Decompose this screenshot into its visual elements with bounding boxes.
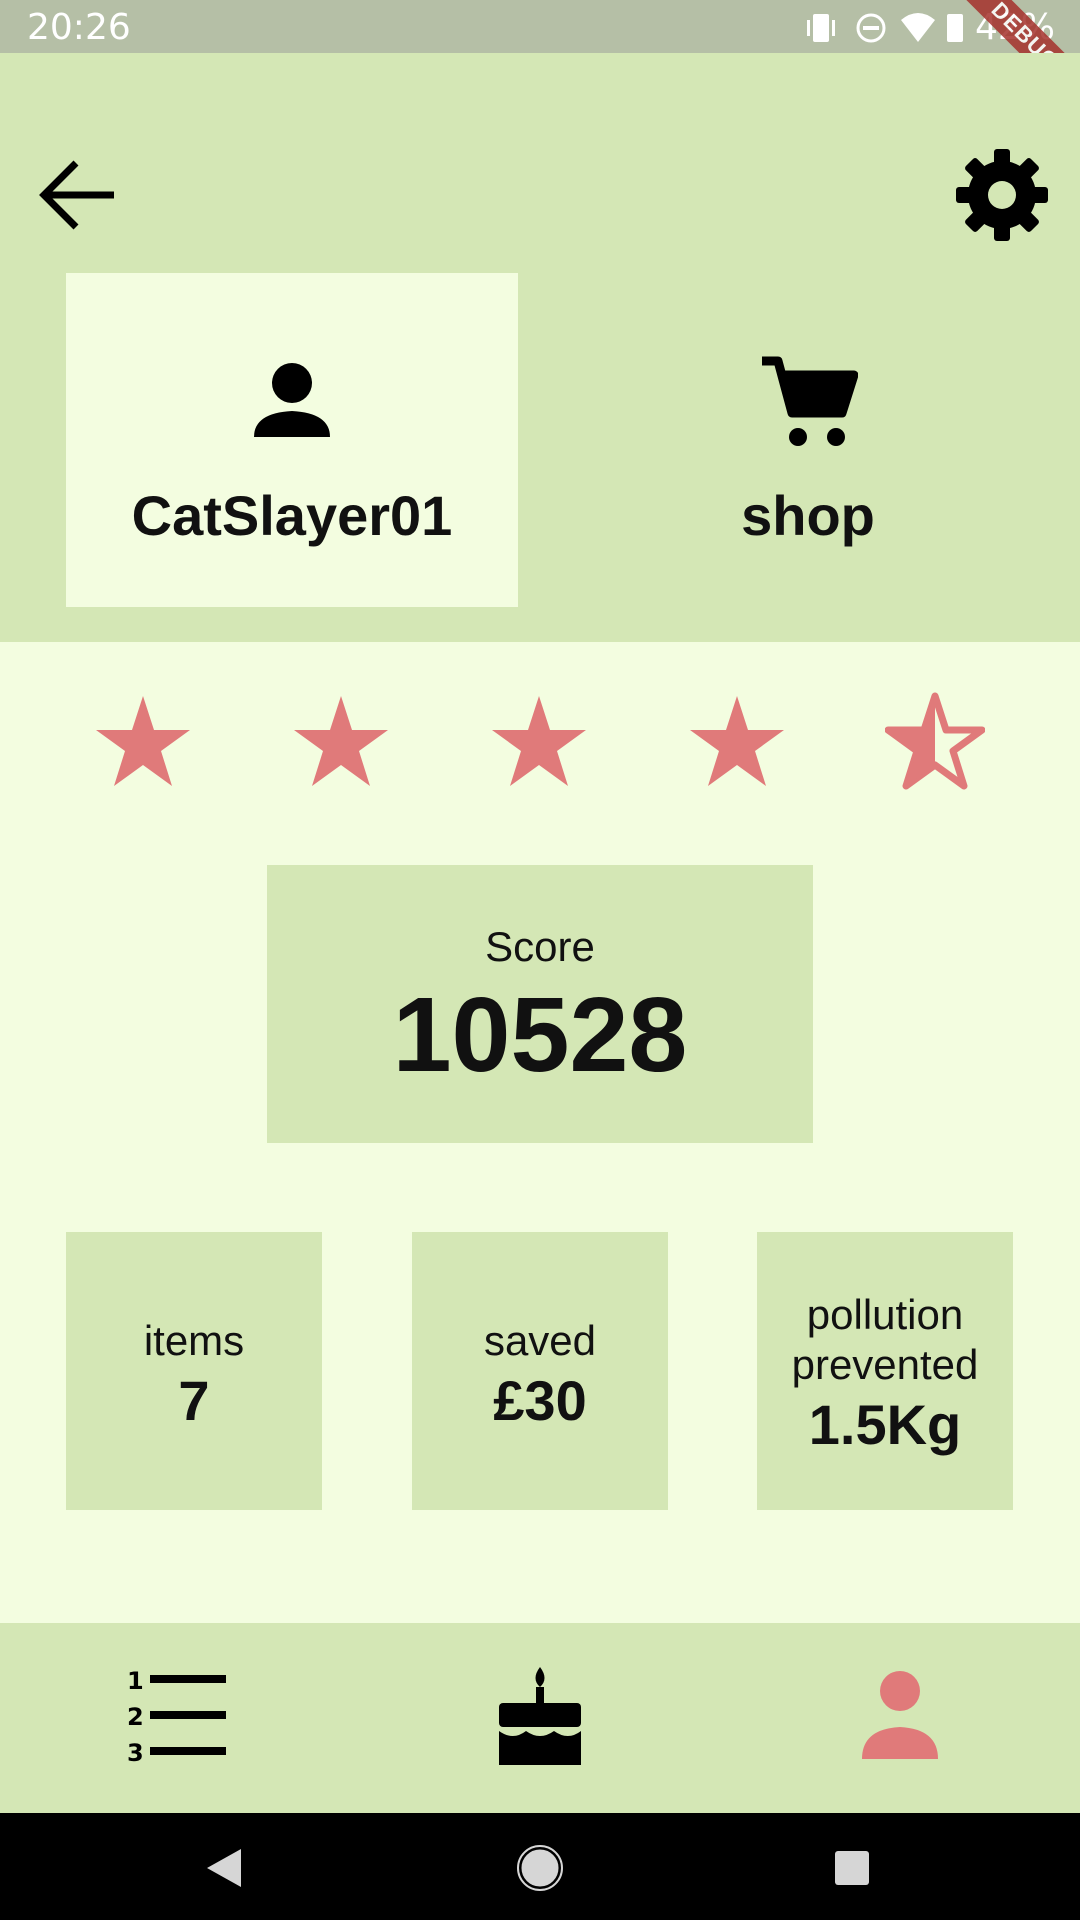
cake-icon [499,1667,581,1765]
bottom-nav: 1 2 3 [0,1623,1080,1813]
stat-value: 1.5Kg [808,1393,962,1456]
nav-leaderboard[interactable]: 1 2 3 [122,1663,232,1773]
status-icons [807,13,963,43]
star-full-icon [690,696,784,786]
status-bar: 20:26 42% [0,0,1080,53]
username-label: CatSlayer01 [131,484,453,547]
stat-value: 7 [178,1369,210,1432]
vibrate-icon [807,14,835,42]
svg-text:3: 3 [127,1739,144,1767]
svg-text:1: 1 [127,1667,144,1695]
system-back-button[interactable] [197,1843,247,1893]
score-label: Score [485,923,595,970]
stat-saved: saved £30 [412,1232,668,1510]
star-half-icon [885,692,985,790]
arrow-left-icon [39,160,114,230]
header: CatSlayer01 shop [0,53,1080,642]
cart-icon [762,356,858,446]
numbered-list-icon: 1 2 3 [127,1667,226,1767]
stat-items: items 7 [66,1232,322,1510]
system-home-button[interactable] [515,1843,565,1893]
do-not-disturb-icon [856,13,886,43]
star-full-icon [492,696,586,786]
profile-tile[interactable]: CatSlayer01 [66,273,518,607]
score-card: Score 10528 [267,865,813,1143]
system-nav-bar [0,1813,1080,1920]
person-icon [862,1671,938,1759]
star-full-icon [96,696,190,786]
stat-value: £30 [493,1369,587,1432]
person-icon [254,363,330,437]
score-value: 10528 [392,976,688,1094]
shop-label: shop [741,484,875,547]
stat-pollution: pollution prevented 1.5Kg [757,1232,1013,1510]
star-rating [0,692,1080,792]
shop-tile[interactable]: shop [582,273,1034,607]
status-time: 20:26 [27,7,131,48]
settings-button[interactable] [950,143,1054,247]
star-full-icon [294,696,388,786]
nav-profile[interactable] [845,1663,955,1773]
svg-text:2: 2 [127,1703,144,1731]
nav-events[interactable] [485,1663,595,1773]
system-recents-button[interactable] [827,1843,877,1893]
stat-label: pollution prevented [791,1291,979,1388]
wifi-icon [901,13,935,42]
stat-label: items [143,1317,245,1364]
battery-icon [947,14,963,42]
gear-icon [956,149,1048,241]
back-button[interactable] [36,153,120,237]
stat-label: saved [483,1317,597,1364]
